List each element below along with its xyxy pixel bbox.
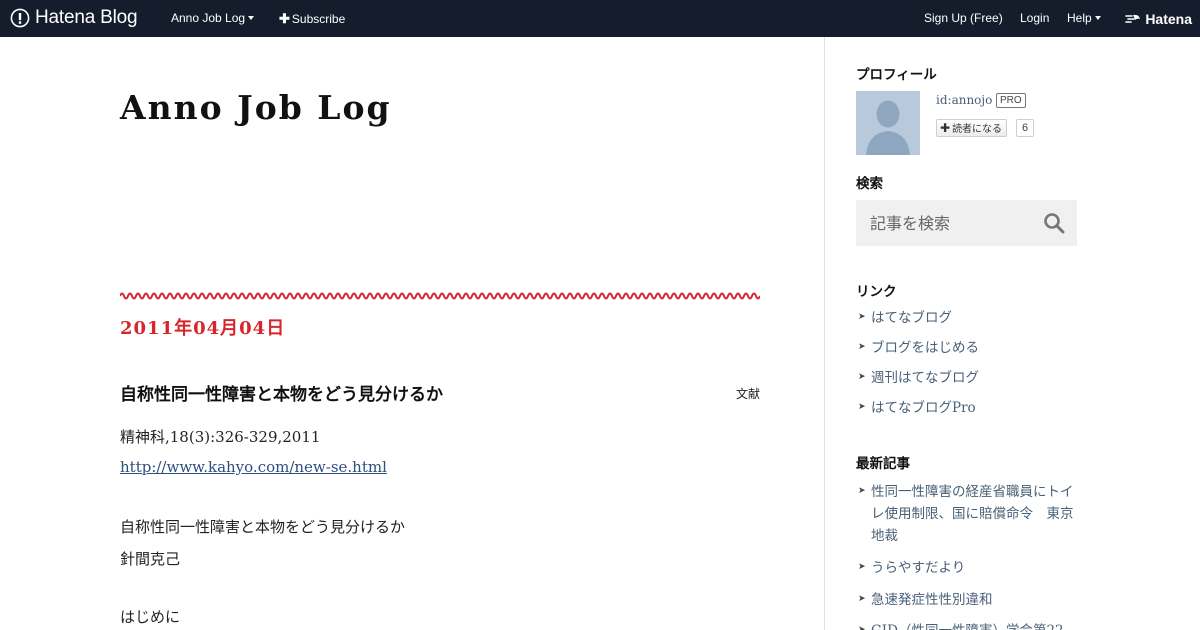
sidebar-divider [824, 37, 825, 630]
subscribe-button[interactable]: ✚ Subscribe [279, 0, 345, 37]
arrow-right-icon: ➤ [858, 402, 866, 412]
user-silhouette-icon [856, 91, 920, 155]
sidebar-link-start-blog[interactable]: ➤ ブログをはじめる [858, 337, 1080, 359]
blog-menu-label: Anno Job Log [171, 11, 246, 25]
recent-post-title: 性同一性障害の経産省職員にトイレ使用制限、国に賠償命令 東京地裁 [871, 484, 1074, 544]
sidebar-link-pro[interactable]: ➤ はてなブログPro [858, 397, 1080, 419]
recent-post-title: うらやすだより [871, 560, 966, 576]
entry-category-link[interactable]: 文献 [720, 385, 760, 402]
plus-icon: ✚ [279, 11, 290, 26]
plus-icon: ✚ [940, 121, 951, 135]
profile-heading: プロフィール [856, 67, 937, 83]
links-heading: リンク [856, 284, 897, 300]
entry-body-title: 自称性同一性障害と本物をどう見分けるか [120, 518, 406, 536]
sidebar-link-label: 週刊はてなブログ [871, 370, 979, 386]
entry-title[interactable]: 自称性同一性障害と本物をどう見分けるか [120, 380, 720, 405]
profile-user-id[interactable]: id:annojo [936, 93, 992, 107]
hatena-blog-logo-icon [10, 8, 30, 28]
blog-title[interactable]: Anno Job Log [120, 88, 392, 127]
top-navigation-bar: Hatena Blog Anno Job Log ✚ Subscribe Sign… [0, 0, 1200, 37]
sidebar-link-label: はてなブログPro [871, 400, 976, 416]
sidebar-link-weekly[interactable]: ➤ 週刊はてなブログ [858, 367, 1080, 389]
arrow-right-icon: ➤ [858, 372, 866, 382]
sidebar-link-label: はてなブログ [871, 310, 952, 326]
entry-date[interactable]: 2011年04月04日 [120, 314, 285, 340]
recent-post-link[interactable]: ➤ うらやすだより [858, 557, 1080, 579]
blog-menu-dropdown[interactable]: Anno Job Log [171, 0, 255, 37]
search-heading: 検索 [856, 176, 883, 192]
wavy-divider [120, 292, 760, 300]
entry-citation: 精神科,18(3):326-329,2011 [120, 428, 321, 446]
subscribe-label: Subscribe [291, 12, 346, 26]
recent-post-title: 急速発症性性別違和 [871, 592, 993, 608]
entry-url-link[interactable]: http://www.kahyo.com/new-se.html [120, 458, 387, 476]
hatena-blog-logo-text: Hatena Blog [35, 7, 138, 28]
follow-button[interactable]: ✚ 読者になる [936, 119, 1008, 137]
entry-url-line: http://www.kahyo.com/new-se.html [120, 458, 387, 476]
help-dropdown[interactable]: Help [1067, 0, 1101, 37]
login-link[interactable]: Login [1020, 0, 1049, 37]
recent-post-link[interactable]: ➤GID（性同一性障害）学会第22 [858, 620, 1080, 630]
search-input[interactable] [856, 200, 1036, 246]
chevron-down-icon [248, 16, 255, 20]
hatena-brand-link[interactable]: Hatena [1125, 0, 1192, 37]
sidebar-link-hatena-blog[interactable]: ➤ はてなブログ [858, 307, 1080, 329]
search-form [856, 200, 1077, 246]
signup-link[interactable]: Sign Up (Free) [924, 0, 1003, 37]
arrow-right-icon: ➤ [858, 594, 866, 604]
entry-section-heading: はじめに [120, 608, 181, 626]
help-label: Help [1067, 11, 1092, 25]
recent-post-title: GID（性同一性障害）学会第22 [858, 620, 1080, 630]
hatena-bird-icon [1125, 14, 1141, 23]
recent-posts-heading: 最新記事 [856, 456, 910, 472]
chevron-down-icon [1094, 16, 1101, 20]
hatena-blog-logo[interactable]: Hatena Blog [10, 7, 138, 29]
recent-post-link[interactable]: ➤ 性同一性障害の経産省職員にトイレ使用制限、国に賠償命令 東京地裁 [858, 481, 1080, 547]
hatena-brand-text: Hatena [1145, 10, 1192, 27]
arrow-right-icon: ➤ [858, 342, 866, 352]
avatar[interactable] [856, 91, 920, 155]
arrow-right-icon: ➤ [858, 625, 866, 630]
recent-post-link[interactable]: ➤ 急速発症性性別違和 [858, 589, 1080, 611]
arrow-right-icon: ➤ [858, 486, 866, 496]
arrow-right-icon: ➤ [858, 312, 866, 322]
arrow-right-icon: ➤ [858, 562, 866, 572]
follow-button-label: 読者になる [952, 124, 1003, 135]
pro-badge: PRO [996, 93, 1026, 108]
entry-author: 針間克己 [120, 550, 181, 568]
sidebar-link-label: ブログをはじめる [871, 340, 979, 356]
search-icon[interactable] [1043, 212, 1065, 234]
follower-count: 6 [1016, 119, 1035, 137]
